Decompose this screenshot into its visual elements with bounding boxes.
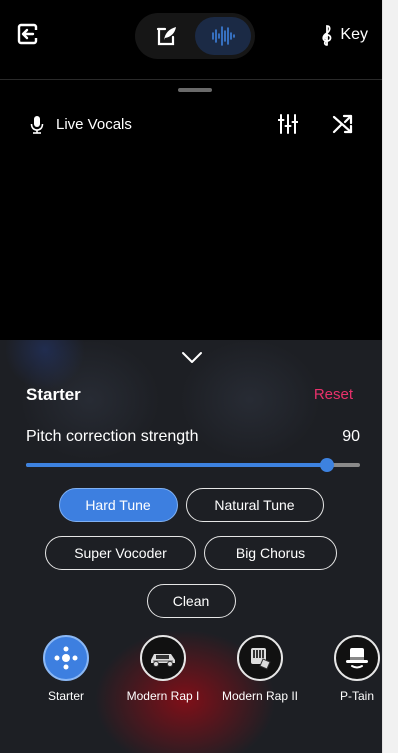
chevron-down-icon[interactable]: [180, 350, 204, 366]
sticker-icon: [251, 648, 271, 670]
preset-label: Starter: [47, 689, 84, 703]
treble-clef-icon: [322, 25, 332, 46]
preset-modern-rap-2-circle: [237, 635, 283, 681]
preset-title: Starter: [26, 385, 81, 404]
preset-label: P-Tain: [339, 689, 374, 703]
vocal-effects-screen: Key Live Vocals Starter Reset Pitch corr…: [0, 0, 382, 753]
preset-modern-rap-1-circle: [140, 635, 186, 681]
exit-icon: [17, 23, 38, 45]
preset-p-tain[interactable]: P-Tain: [311, 635, 382, 703]
vocal-mode-button[interactable]: [195, 17, 251, 55]
reset-button[interactable]: Reset: [314, 386, 353, 403]
effects-panel: Starter Reset Pitch correction strength …: [0, 340, 382, 753]
key-label: Key: [340, 26, 368, 43]
chip-big-chorus[interactable]: Big Chorus: [204, 536, 337, 570]
strength-value: 90: [342, 428, 360, 445]
key-button[interactable]: Key: [320, 24, 368, 46]
track-header: Live Vocals: [0, 108, 382, 142]
top-bar: Key: [0, 8, 382, 64]
quill-pen-icon: [156, 27, 176, 46]
chip-hard-tune[interactable]: Hard Tune: [58, 488, 178, 522]
microphone-icon: [30, 116, 44, 134]
chip-clean[interactable]: Clean: [146, 584, 236, 618]
dots-cross-icon: [54, 646, 78, 670]
drag-handle[interactable]: [178, 88, 212, 92]
car-icon: [151, 654, 175, 667]
preset-modern-rap-1[interactable]: Modern Rap I: [117, 635, 209, 703]
preset-starter-circle: [43, 635, 89, 681]
chip-super-vocoder[interactable]: Super Vocoder: [45, 536, 196, 570]
preset-label: Modern Rap II: [221, 689, 299, 703]
scrollbar[interactable]: [382, 0, 398, 753]
track-label: Live Vocals: [56, 116, 132, 133]
waveform-area[interactable]: [0, 150, 382, 340]
slider-fill: [26, 463, 327, 467]
preset-starter[interactable]: Starter: [20, 635, 112, 703]
mixer-sliders-icon[interactable]: [278, 113, 298, 135]
strength-label: Pitch correction strength: [26, 428, 199, 445]
write-mode-button[interactable]: [139, 17, 195, 55]
pitch-correction-slider[interactable]: [26, 458, 360, 472]
preset-modern-rap-2[interactable]: Modern Rap II: [214, 635, 306, 703]
chip-natural-tune[interactable]: Natural Tune: [185, 488, 324, 522]
mode-switch: [135, 13, 255, 59]
preset-p-tain-circle: [334, 635, 380, 681]
exit-button[interactable]: [16, 22, 42, 48]
preset-label: Modern Rap I: [126, 689, 200, 703]
shuffle-icon[interactable]: [332, 113, 354, 135]
waveform-icon: [212, 26, 235, 46]
slider-thumb[interactable]: [319, 458, 334, 472]
tune-options: Hard Tune Natural Tune Super Vocoder Big…: [0, 488, 382, 632]
top-hat-icon: [346, 648, 368, 669]
preset-carousel: Starter Modern Rap I Modern Rap II P-Tai…: [0, 635, 382, 705]
top-divider: [0, 79, 382, 80]
